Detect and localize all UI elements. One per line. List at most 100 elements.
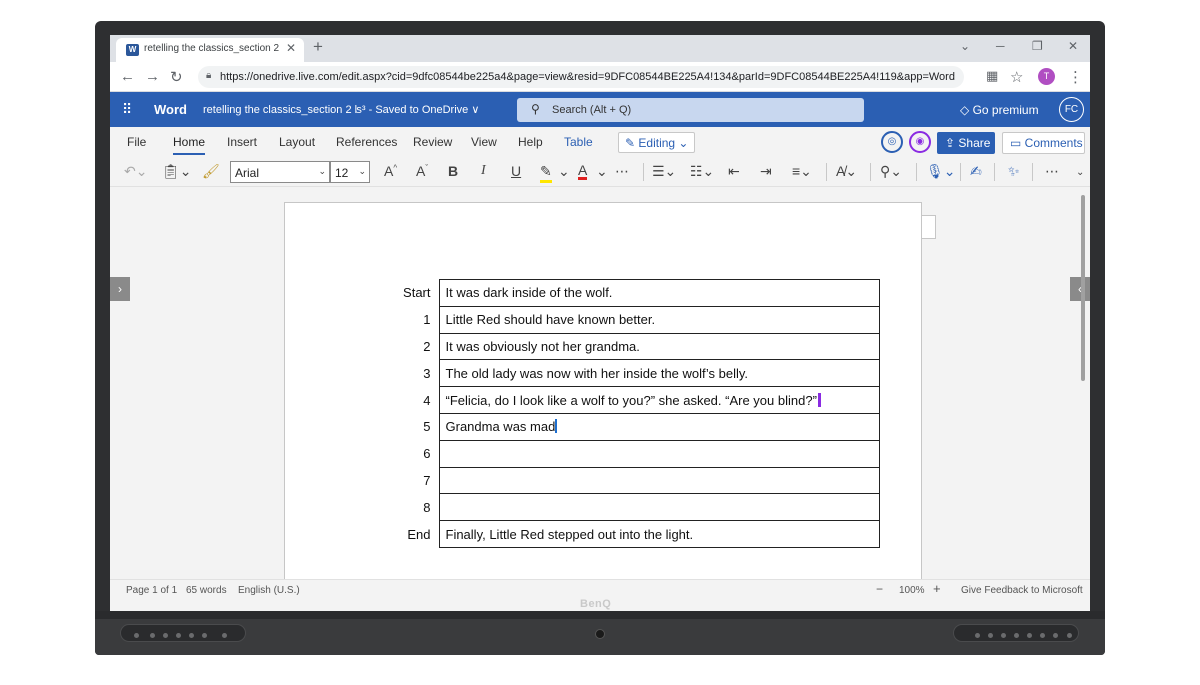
pencil-icon: ✎ (625, 136, 639, 150)
font-size-value: 12 (335, 166, 349, 180)
bullets-icon[interactable]: ☰⌄ (652, 163, 676, 180)
app-name[interactable]: Word (154, 102, 187, 117)
language[interactable]: English (U.S.) (238, 585, 300, 596)
browser-tab[interactable]: W retelling the classics_section 2.dc ✕ (116, 38, 304, 62)
decrease-indent-icon[interactable]: ⇤ (728, 163, 740, 180)
bezel-indicator (222, 633, 227, 638)
bezel-indicator (150, 633, 155, 638)
browser-menu-icon[interactable]: ⋮ (1068, 68, 1083, 86)
align-icon[interactable]: ≡⌄ (792, 163, 812, 180)
table-row: 7 (402, 466, 880, 495)
left-panel-toggle-icon[interactable]: › (110, 277, 130, 301)
designer-icon[interactable]: ✨︎ (1008, 163, 1020, 180)
go-premium-button[interactable]: ◇ Go premium (960, 103, 1039, 117)
collaborator-avatar-icon[interactable]: ◎ (881, 131, 903, 153)
new-tab-button[interactable]: + (313, 37, 323, 57)
vertical-scrollbar[interactable] (1081, 195, 1085, 381)
table-row: 4 “Felicia, do I look like a wolf to you?… (402, 386, 880, 414)
close-window-icon[interactable]: ✕ (1068, 39, 1078, 53)
tab-insert[interactable]: Insert (227, 135, 257, 149)
go-premium-label: Go premium (972, 103, 1039, 117)
table-cell[interactable] (438, 466, 880, 495)
format-painter-icon[interactable]: 🖌︎ (202, 163, 220, 180)
paste-icon[interactable]: 📋︎⌄ (162, 163, 192, 180)
word-favicon-icon: W (126, 44, 139, 56)
more-font-options-icon[interactable]: ⋯ (615, 163, 629, 180)
chevron-down-icon[interactable]: ⌄ (596, 163, 608, 180)
numbering-icon[interactable]: ☷⌄ (690, 163, 714, 180)
bezel-indicator (1067, 633, 1072, 638)
table-cell[interactable]: It was dark inside of the wolf. (438, 279, 880, 307)
right-panel-toggle-icon[interactable]: ‹ (1070, 277, 1090, 301)
qr-code-icon[interactable]: ▦ (986, 68, 998, 84)
table-cell[interactable]: It was obviously not her grandma. (438, 332, 880, 361)
collaborator-avatar-icon-2[interactable]: ◉ (909, 131, 931, 153)
ribbon-expand-icon[interactable]: ⌄ (1076, 167, 1084, 178)
divider (960, 163, 961, 181)
reload-icon[interactable]: ↻ (170, 68, 183, 86)
tab-home[interactable]: Home (173, 135, 206, 155)
url-field[interactable]: 🔒︎ https://onedrive.live.com/edit.aspx?c… (198, 66, 964, 88)
zoom-level[interactable]: 100% (899, 585, 925, 596)
tab-layout[interactable]: Layout (279, 135, 315, 149)
tab-close-icon[interactable]: ✕ (286, 41, 296, 55)
app-launcher-icon[interactable]: ⠿ (122, 101, 132, 118)
undo-icon[interactable]: ↶⌄ (124, 163, 147, 180)
comments-button[interactable]: ▭ Comments (1002, 132, 1085, 154)
font-color-icon[interactable]: A (578, 163, 588, 180)
document-title[interactable]: retelling the classics_section 2 ʪ³ - Sa… (203, 103, 479, 116)
back-icon[interactable]: ← (120, 68, 135, 85)
table-row: 3 The old lady was now with her inside th… (402, 359, 880, 388)
font-name-select[interactable]: Arial ⌄ (230, 161, 330, 183)
search-box[interactable]: ⚲ Search (Alt + Q) (517, 98, 864, 122)
tab-search-icon[interactable]: ⌄ (960, 39, 970, 53)
tab-table[interactable]: Table (564, 135, 593, 149)
story-table[interactable]: Start It was dark inside of the wolf. 1 Lit… (402, 279, 880, 548)
table-cell[interactable] (438, 493, 880, 522)
font-size-select[interactable]: 12 ⌄ (330, 161, 370, 183)
tab-file[interactable]: File (127, 135, 146, 149)
increase-indent-icon[interactable]: ⇥ (760, 163, 772, 180)
table-cell[interactable]: Grandma was mad (438, 412, 880, 441)
table-cell[interactable]: Finally, Little Red stepped out into the… (438, 520, 880, 548)
chevron-down-icon[interactable]: ⌄ (558, 163, 570, 180)
table-cell[interactable] (438, 439, 880, 468)
word-count[interactable]: 65 words (186, 585, 227, 596)
table-cell[interactable]: The old lady was now with her inside the… (438, 359, 880, 388)
bold-icon[interactable]: B (448, 163, 458, 179)
styles-icon[interactable]: A̸⌄ (836, 163, 857, 180)
bezel-indicator (202, 633, 207, 638)
screen: W retelling the classics_section 2.dc ✕ … (110, 35, 1090, 621)
dictate-icon[interactable]: 🎙︎⌄ (926, 163, 956, 180)
divider (916, 163, 917, 181)
browser-profile-avatar[interactable]: T (1038, 68, 1055, 85)
tab-references[interactable]: References (336, 135, 397, 149)
zoom-out-button[interactable]: − (876, 582, 883, 596)
feedback-link[interactable]: Give Feedback to Microsoft (961, 585, 1083, 596)
tab-review[interactable]: Review (413, 135, 452, 149)
shrink-font-icon[interactable]: Aˇ (416, 163, 428, 179)
bezel-indicator (975, 633, 980, 638)
share-button[interactable]: ⇪ Share (937, 132, 995, 154)
highlight-icon[interactable]: ✎ (540, 163, 552, 183)
underline-icon[interactable]: U (511, 163, 521, 179)
restore-icon[interactable]: ❐ (1032, 39, 1043, 53)
document-page[interactable]: Start It was dark inside of the wolf. 1 Lit… (284, 202, 922, 582)
table-row: 2 It was obviously not her grandma. (402, 332, 880, 361)
editing-mode-button[interactable]: ✎ Editing ⌄ (618, 132, 695, 153)
forward-icon[interactable]: → (145, 68, 160, 85)
minimize-icon[interactable]: ─ (996, 39, 1005, 53)
italic-icon[interactable]: I (481, 163, 486, 179)
table-cell[interactable]: “Felicia, do I look like a wolf to you?”… (438, 386, 880, 414)
home-toolbar: ↶⌄ 📋︎⌄ 🖌︎ Arial ⌄ 12 ⌄ A^ Aˇ B I U ✎ ⌄ A… (110, 157, 1090, 187)
tab-view[interactable]: View (471, 135, 497, 149)
bookmark-star-icon[interactable]: ☆ (1010, 68, 1023, 86)
user-avatar[interactable]: FC (1059, 97, 1084, 122)
find-icon[interactable]: ⚲⌄ (880, 163, 902, 180)
tab-help[interactable]: Help (518, 135, 543, 149)
more-options-icon[interactable]: ⋯ (1045, 163, 1059, 180)
zoom-in-button[interactable]: + (933, 581, 941, 596)
table-cell[interactable]: Little Red should have known better. (438, 305, 880, 334)
grow-font-icon[interactable]: A^ (384, 163, 397, 179)
editor-icon[interactable]: ✍︎ (970, 163, 982, 180)
